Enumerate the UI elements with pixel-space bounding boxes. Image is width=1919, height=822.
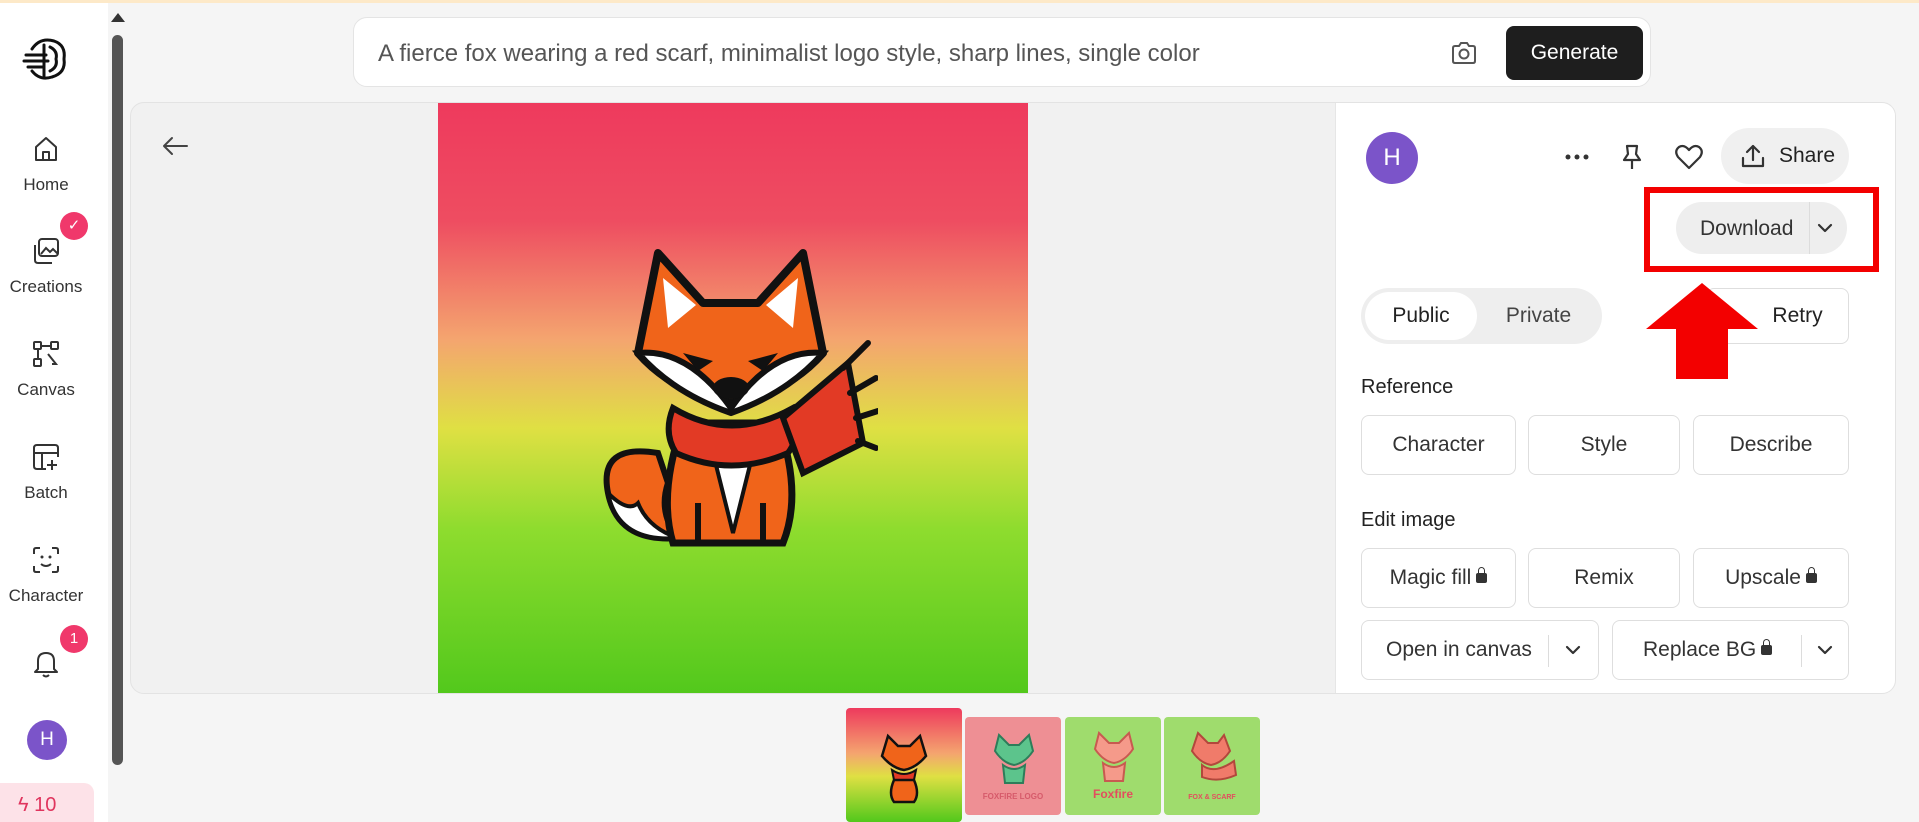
lock-icon <box>1805 567 1817 583</box>
back-arrow-icon[interactable] <box>161 135 189 157</box>
fox-thumbnail-icon <box>1093 731 1135 782</box>
share-label: Share <box>1779 144 1836 167</box>
image-detail-panel: H Share Download Public Private Retry Re… <box>130 102 1896 694</box>
magic-fill-label: Magic fill <box>1389 566 1472 589</box>
sidebar-item-label: Canvas <box>17 380 75 399</box>
canvas-icon <box>33 341 59 367</box>
sidebar-item-label: Batch <box>24 483 68 502</box>
generated-image <box>438 103 1028 693</box>
generate-button[interactable]: Generate <box>1506 26 1643 80</box>
sidebar-item-canvas[interactable]: Canvas <box>0 338 92 400</box>
prompt-input[interactable]: A fierce fox wearing a red scarf, minima… <box>378 40 1200 68</box>
visibility-toggle: Public Private <box>1361 288 1602 344</box>
upscale-label: Upscale <box>1725 566 1801 589</box>
thumbnail-2[interactable]: FOXFIRE LOGO <box>965 717 1061 815</box>
sidebar-item-character[interactable]: Character <box>0 544 92 606</box>
creator-avatar[interactable]: H <box>1366 132 1418 184</box>
thumbnail-1[interactable] <box>846 708 962 822</box>
divider <box>1801 635 1802 667</box>
top-border <box>0 0 1919 3</box>
thumbnail-4[interactable]: FOX & SCARF <box>1164 717 1260 815</box>
reference-style-button[interactable]: Style <box>1528 415 1680 475</box>
chevron-down-icon[interactable] <box>1564 643 1582 657</box>
reference-heading: Reference <box>1361 376 1454 398</box>
upscale-button[interactable]: Upscale <box>1693 548 1849 608</box>
divider <box>1548 635 1549 667</box>
camera-icon[interactable] <box>1450 40 1478 66</box>
pin-icon[interactable] <box>1616 141 1648 173</box>
upload-icon <box>1741 144 1765 168</box>
replace-bg-button[interactable]: Replace BG <box>1612 620 1849 680</box>
magic-fill-button[interactable]: Magic fill <box>1361 548 1516 608</box>
sidebar: Home Creations ✓ Canvas Batch Character … <box>0 3 125 822</box>
home-icon <box>35 137 57 161</box>
fox-thumbnail-icon <box>1190 731 1238 781</box>
credits-value: 10 <box>34 794 57 816</box>
lightning-icon: ϟ <box>18 794 29 816</box>
fox-illustration <box>603 249 878 547</box>
thumbnail-caption: Foxfire <box>1092 787 1133 801</box>
open-in-canvas-label: Open in canvas <box>1386 638 1532 661</box>
bell-icon[interactable] <box>30 647 62 679</box>
lock-icon <box>1761 639 1773 655</box>
sidebar-item-creations[interactable]: Creations <box>0 235 92 297</box>
sidebar-scrollbar[interactable] <box>112 35 123 765</box>
thumbnail-caption: FOX & SCARF <box>1188 794 1236 801</box>
chevron-down-icon[interactable] <box>1816 643 1834 657</box>
sidebar-item-label: Character <box>8 586 84 605</box>
image-actions-panel: H Share Download Public Private Retry Re… <box>1335 103 1895 693</box>
images-icon <box>34 238 59 264</box>
credits-counter[interactable]: ϟ 10 <box>0 783 94 822</box>
public-option[interactable]: Public <box>1365 292 1477 340</box>
replace-bg-label: Replace BG <box>1643 638 1757 661</box>
scroll-up-arrow[interactable] <box>111 13 125 22</box>
annotation-highlight-box <box>1644 187 1879 272</box>
creations-check-badge: ✓ <box>60 212 88 240</box>
lock-icon <box>1476 567 1488 583</box>
reference-describe-button[interactable]: Describe <box>1693 415 1849 475</box>
private-option[interactable]: Private <box>1479 292 1598 340</box>
remix-button[interactable]: Remix <box>1528 548 1680 608</box>
notification-count-badge: 1 <box>60 625 88 653</box>
fox-thumbnail-icon <box>993 733 1035 784</box>
more-options-icon[interactable] <box>1561 141 1593 173</box>
batch-icon <box>33 444 59 470</box>
open-in-canvas-button[interactable]: Open in canvas <box>1361 620 1599 680</box>
edit-image-heading: Edit image <box>1361 509 1456 531</box>
sidebar-item-label: Home <box>23 175 69 194</box>
app-logo-icon[interactable] <box>22 31 72 87</box>
sidebar-item-batch[interactable]: Batch <box>0 441 92 503</box>
sidebar-item-label: Creations <box>9 277 83 296</box>
reference-character-button[interactable]: Character <box>1361 415 1516 475</box>
share-button[interactable]: Share <box>1721 128 1849 184</box>
thumbnail-caption: FOXFIRE LOGO <box>982 792 1044 801</box>
face-scan-icon <box>33 547 59 573</box>
sidebar-item-home[interactable]: Home <box>0 133 92 195</box>
user-avatar[interactable]: H <box>27 720 67 760</box>
annotation-arrow-icon <box>1646 283 1758 379</box>
fox-thumbnail-icon <box>880 733 928 804</box>
heart-icon[interactable] <box>1673 141 1705 173</box>
thumbnail-3[interactable]: Foxfire <box>1065 717 1161 815</box>
prompt-bar: A fierce fox wearing a red scarf, minima… <box>353 17 1651 87</box>
